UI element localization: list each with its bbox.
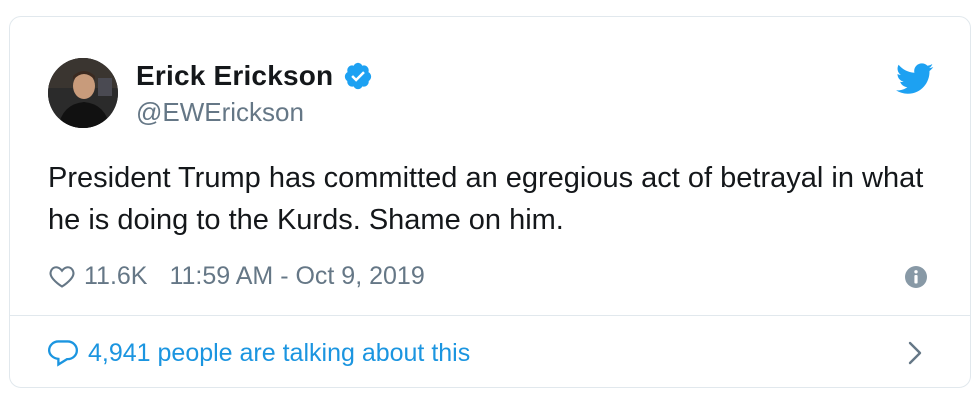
- author-name[interactable]: Erick Erickson: [136, 60, 333, 92]
- heart-icon[interactable]: [48, 262, 76, 290]
- footer-divider: [10, 315, 970, 316]
- author-name-row[interactable]: Erick Erickson: [136, 57, 373, 95]
- author-handle[interactable]: @EWErickson: [136, 97, 304, 128]
- conversation-link[interactable]: 4,941 people are talking about this: [48, 335, 470, 371]
- tweet-meta: 11.6K 11:59 AM - Oct 9, 2019: [48, 259, 425, 293]
- like-count[interactable]: 11.6K: [84, 262, 147, 291]
- tweet-card[interactable]: Erick Erickson @EWErickson President Tru…: [9, 16, 971, 388]
- info-icon[interactable]: [904, 265, 928, 289]
- verified-badge-icon: [345, 62, 372, 90]
- avatar[interactable]: [48, 58, 118, 128]
- twitter-bird-icon[interactable]: [896, 63, 934, 95]
- chevron-right-icon[interactable]: [906, 340, 924, 366]
- tweet-timestamp[interactable]: 11:59 AM - Oct 9, 2019: [169, 262, 424, 291]
- conversation-text[interactable]: 4,941 people are talking about this: [88, 339, 470, 368]
- tweet-text: President Trump has committed an egregio…: [48, 162, 924, 236]
- speech-bubble-icon: [48, 340, 78, 367]
- avatar-photo: [48, 58, 118, 128]
